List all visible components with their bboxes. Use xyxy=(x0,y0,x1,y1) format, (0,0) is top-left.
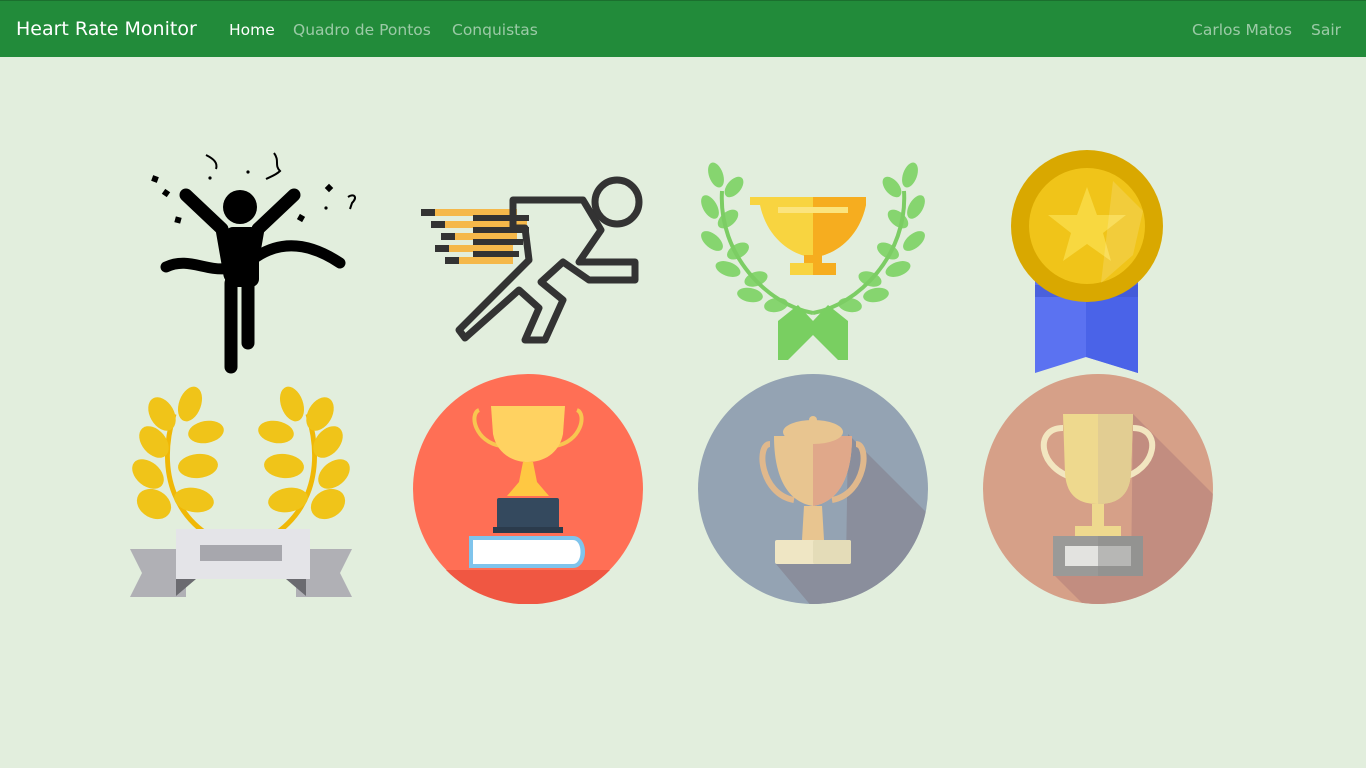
laurel-wreath-banner-icon xyxy=(130,386,352,597)
top-navbar: Heart Rate Monitor Home Quadro de Pontos… xyxy=(0,0,1366,57)
achievement-badge[interactable] xyxy=(126,374,356,604)
trophy-slate-circle-icon xyxy=(698,374,928,604)
gold-star-medal-icon xyxy=(1011,150,1163,373)
nav-achievements-link[interactable]: Conquistas xyxy=(452,21,538,39)
trophy-on-book-icon xyxy=(413,374,643,604)
sprinting-runner-icon xyxy=(421,176,643,344)
achievement-badge[interactable] xyxy=(983,145,1213,375)
trophy-laurel-green-icon xyxy=(701,162,925,360)
achievement-badge[interactable] xyxy=(413,374,643,604)
achievement-badge[interactable] xyxy=(698,145,928,375)
finish-line-runner-icon xyxy=(151,152,356,374)
trophy-rose-circle-icon xyxy=(983,374,1213,604)
achievement-badge[interactable] xyxy=(413,150,643,380)
achievement-badge[interactable] xyxy=(983,374,1213,604)
nav-logout-link[interactable]: Sair xyxy=(1311,21,1341,39)
nav-scoreboard-link[interactable]: Quadro de Pontos xyxy=(293,21,431,39)
nav-home-link[interactable]: Home xyxy=(229,21,275,39)
achievement-badge[interactable] xyxy=(126,145,356,375)
brand-link[interactable]: Heart Rate Monitor xyxy=(16,18,197,40)
achievement-badge[interactable] xyxy=(698,374,928,604)
nav-user-link[interactable]: Carlos Matos xyxy=(1192,21,1292,39)
